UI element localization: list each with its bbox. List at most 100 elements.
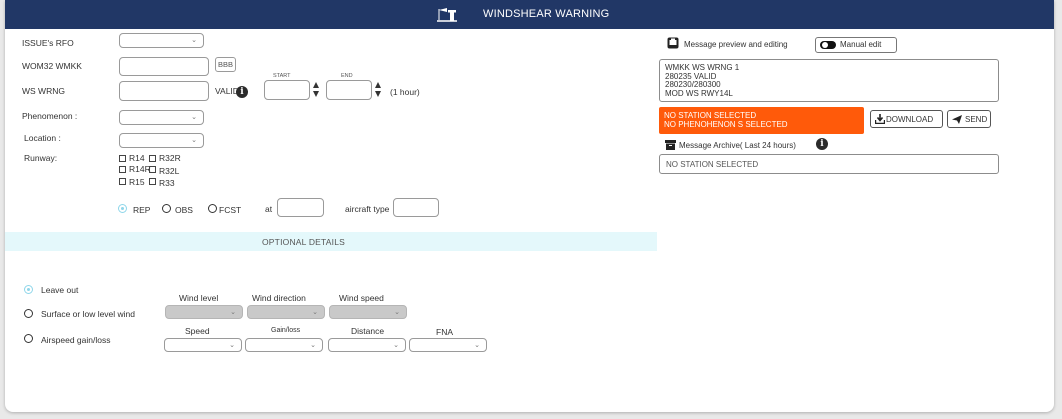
leave-out-label: Leave out <box>41 285 79 295</box>
aircraft-type-input[interactable] <box>393 198 439 217</box>
chevron-down-icon: ⌄ <box>191 114 197 121</box>
runway-label: Runway: <box>24 153 58 163</box>
chevron-down-icon: ⌄ <box>229 342 235 349</box>
phenomenon-select[interactable]: ⌄ <box>119 110 204 125</box>
windsock-runway-icon <box>437 8 457 22</box>
wind-direction-label: Wind direction <box>252 293 306 303</box>
airspeed-radio[interactable] <box>24 334 33 343</box>
speed-label: Speed <box>185 326 210 336</box>
wom-label: WOM32 WMKK <box>22 61 82 71</box>
wind-direction-select[interactable]: ⌄ <box>247 305 325 319</box>
runway-checkbox-r14[interactable] <box>119 155 126 162</box>
stepper-down-icon[interactable] <box>375 91 381 97</box>
archive-title: Message Archive( Last 24 hours) <box>679 141 796 150</box>
info-icon[interactable]: i <box>236 86 248 98</box>
ws-wrng-label: WS WRNG <box>22 86 65 96</box>
runway-checkbox-r14r[interactable] <box>119 166 126 173</box>
chevron-down-icon: ⌄ <box>191 37 197 44</box>
start-label: START <box>273 73 291 79</box>
stepper-up-icon[interactable] <box>375 82 381 88</box>
at-label: at <box>265 204 273 214</box>
stepper-down-icon[interactable] <box>313 91 319 97</box>
fna-select[interactable]: ⌄ <box>409 338 487 352</box>
start-stepper[interactable] <box>313 82 320 98</box>
validation-warning: NO STATION SELECTED NO PHENOHENON S SELE… <box>659 107 864 134</box>
end-label: END <box>341 73 353 79</box>
chevron-down-icon: ⌄ <box>394 309 400 316</box>
obs-label: OBS <box>175 205 193 215</box>
location-label: Location : <box>24 133 61 143</box>
location-select[interactable]: ⌄ <box>119 133 204 148</box>
runway-checkbox-r15[interactable] <box>119 178 126 185</box>
end-time-input[interactable] <box>326 80 372 100</box>
wind-speed-select[interactable]: ⌄ <box>329 305 407 319</box>
wind-level-select[interactable]: ⌄ <box>165 305 243 319</box>
archive-value: NO STATION SELECTED <box>666 160 759 169</box>
airspeed-label: Airspeed gain/loss <box>41 335 111 345</box>
page-title: WINDSHEAR WARNING <box>483 8 610 20</box>
chevron-down-icon: ⌄ <box>393 342 399 349</box>
message-edit-icon <box>667 37 679 49</box>
hour-note: (1 hour) <box>390 87 420 97</box>
runway-r32r-label: R32R <box>159 153 181 163</box>
chevron-down-icon: ⌄ <box>230 309 236 316</box>
warning-line: NO PHENOHENON S SELECTED <box>664 120 788 129</box>
chevron-down-icon: ⌄ <box>310 342 316 349</box>
stepper-up-icon[interactable] <box>313 82 319 88</box>
chevron-down-icon: ⌄ <box>474 342 480 349</box>
at-time-input[interactable] <box>277 198 324 217</box>
surface-wind-label: Surface or low level wind <box>41 309 136 319</box>
obs-radio[interactable] <box>162 204 171 213</box>
end-stepper[interactable] <box>375 82 382 98</box>
preview-line: MOD WS RWY14L <box>665 88 733 98</box>
runway-r14-label: R14 <box>129 153 145 163</box>
optional-details-title: OPTIONAL DETAILS <box>262 237 346 247</box>
aircraft-type-label: aircraft type <box>345 204 390 214</box>
send-button[interactable]: SEND <box>947 110 991 128</box>
fcst-radio[interactable] <box>208 204 217 213</box>
download-icon <box>875 114 885 124</box>
windshear-warning-panel: WINDSHEAR WARNING ISSUE's RFO ⌄ WOM32 WM… <box>5 0 1054 412</box>
wind-speed-label: Wind speed <box>339 293 384 303</box>
title-bar: WINDSHEAR WARNING <box>5 0 1054 29</box>
speed-select[interactable]: ⌄ <box>164 338 242 352</box>
rep-radio[interactable] <box>118 204 127 213</box>
wom-input[interactable] <box>119 57 209 76</box>
runway-checkbox-r33[interactable] <box>149 178 156 185</box>
send-icon <box>952 115 962 124</box>
archive-icon <box>665 140 676 150</box>
bbb-button[interactable]: BBB <box>215 57 236 72</box>
runway-checkbox-r32r[interactable] <box>149 155 156 162</box>
preview-title: Message preview and editing <box>684 40 788 49</box>
send-label: SEND <box>965 115 988 124</box>
distance-select[interactable]: ⌄ <box>328 338 406 352</box>
toggle-switch-icon <box>820 41 836 49</box>
distance-label: Distance <box>351 326 385 336</box>
surface-wind-radio[interactable] <box>24 309 33 318</box>
runway-checkbox-r32l[interactable] <box>149 166 156 173</box>
fna-label: FNA <box>436 327 453 337</box>
message-archive-box[interactable]: NO STATION SELECTED <box>659 154 999 174</box>
ws-wrng-input[interactable] <box>119 81 209 101</box>
warning-line: NO STATION SELECTED <box>664 111 757 120</box>
message-preview-box[interactable]: WMKK WS WRNG 1 280235 VALID 280230/28030… <box>659 59 999 102</box>
runway-r33-label: R33 <box>159 178 175 188</box>
leave-out-radio[interactable] <box>24 285 33 294</box>
optional-details-header: OPTIONAL DETAILS <box>5 232 657 251</box>
runway-r32l-label: R32L <box>159 166 180 176</box>
chevron-down-icon: ⌄ <box>191 137 197 144</box>
start-time-input[interactable] <box>264 80 310 100</box>
issue-rfo-label: ISSUE's RFO <box>22 38 74 48</box>
download-button[interactable]: DOWNLOAD <box>870 110 943 128</box>
rep-label: REP <box>133 205 151 215</box>
download-label: DOWNLOAD <box>886 115 934 124</box>
manual-edit-label: Manual edit <box>840 40 882 49</box>
gain-loss-select[interactable]: ⌄ <box>245 338 323 352</box>
wind-level-label: Wind level <box>179 293 219 303</box>
manual-edit-toggle[interactable]: Manual edit <box>815 37 897 53</box>
runway-r15-label: R15 <box>129 177 145 187</box>
info-icon[interactable]: i <box>816 138 828 150</box>
gain-loss-label: Gain/loss <box>271 327 301 334</box>
issue-rfo-select[interactable]: ⌄ <box>119 33 204 48</box>
fcst-label: FCST <box>219 205 242 215</box>
